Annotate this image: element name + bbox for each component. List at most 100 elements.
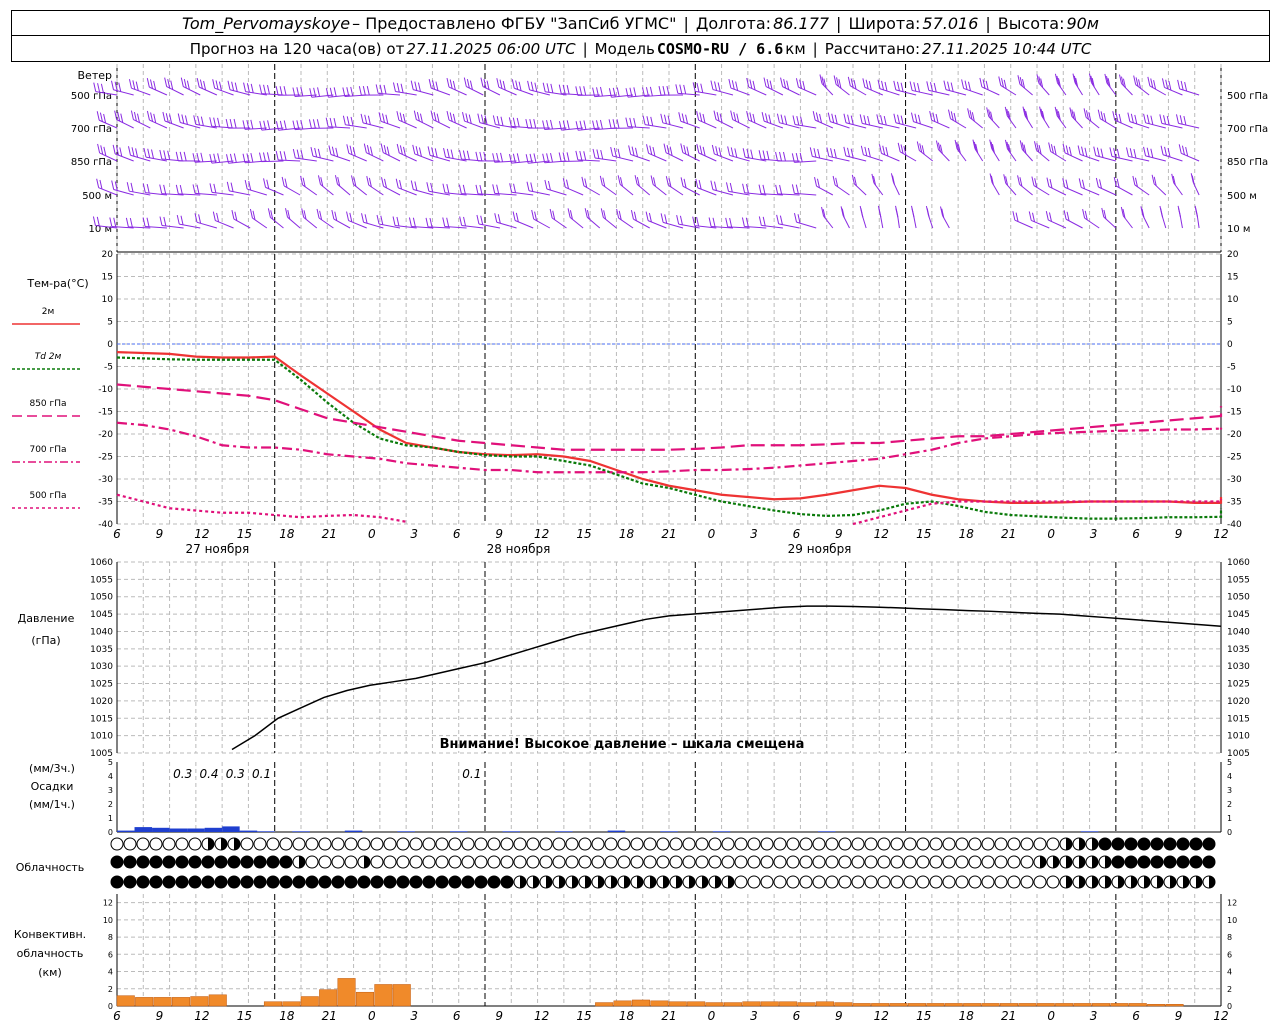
cloud-circle — [955, 875, 969, 889]
wind-barb-staff — [312, 155, 334, 162]
wind-barb — [1113, 176, 1133, 196]
cloud-circle — [318, 855, 332, 869]
wind-barb — [859, 205, 867, 229]
cloud-symbol — [461, 875, 475, 889]
wind-barb-flag — [961, 79, 965, 89]
cloud-symbol — [1124, 837, 1138, 851]
cloud-circle — [1124, 855, 1138, 869]
precip-ytick-left: 0 — [108, 828, 113, 837]
cloud-circle — [1176, 837, 1190, 851]
conv-bar — [963, 1003, 982, 1007]
conv-bar — [190, 996, 209, 1007]
cloud-circle — [240, 875, 254, 889]
precip-bar — [1080, 831, 1099, 832]
wind-barb-flag — [696, 111, 700, 121]
cloud-circle — [604, 837, 618, 851]
temp-xtick: 18 — [959, 527, 975, 541]
cloud-symbol — [383, 875, 397, 889]
wind-barb-flag — [730, 110, 734, 120]
cloud-symbol — [539, 875, 553, 889]
wind-barb-flag — [217, 153, 221, 163]
wind-barb — [660, 213, 684, 229]
conv-bar — [999, 1003, 1018, 1007]
wind-barb-staff — [196, 221, 218, 229]
wind-barb-flag — [458, 150, 462, 160]
wind-barb-flag — [1109, 147, 1113, 157]
cloud-circle — [747, 855, 761, 869]
conv-xtick: 15 — [916, 1009, 931, 1023]
cloud-circle — [1111, 855, 1125, 869]
wind-barb-flag — [868, 80, 872, 91]
cloud-circle — [383, 837, 397, 851]
wind-level-label-right: 500 гПа — [1227, 91, 1268, 102]
conv-xtick: 15 — [237, 1009, 252, 1023]
wind-barb-flag — [681, 113, 685, 123]
cloud-symbol — [864, 837, 878, 851]
wind-barb-flag — [515, 212, 519, 222]
wind-barb-flag — [146, 183, 150, 194]
wind-barb-flag — [1012, 211, 1016, 221]
wind-barb — [396, 143, 417, 162]
cloud-symbol — [227, 855, 241, 869]
pressure-ytick-left: 1015 — [90, 714, 113, 724]
cloud-half — [234, 838, 240, 850]
cloud-symbol — [890, 875, 904, 889]
wind-barb-flag — [867, 115, 871, 126]
pressure-ytick-right: 1045 — [1227, 610, 1250, 620]
cloud-circle — [422, 837, 436, 851]
precip-ytick-left: 3 — [108, 786, 113, 795]
wind-barb — [1175, 114, 1200, 129]
wind-barb-flag — [266, 152, 270, 162]
wind-barb-flag — [734, 148, 738, 158]
cloud-symbol — [500, 875, 514, 889]
wind-barb-flag — [175, 151, 179, 161]
wind-barb-flag — [860, 145, 864, 155]
cloud-symbol — [799, 875, 813, 889]
cloud-circle — [890, 855, 904, 869]
conv-bar — [1055, 1003, 1074, 1007]
wind-level-label: 500 м — [82, 191, 112, 202]
temp-ytick-right: -30 — [1227, 475, 1242, 485]
precip-bar — [344, 830, 363, 832]
wind-barb-flag — [1181, 145, 1185, 155]
cloud-symbol — [630, 855, 644, 869]
wind-barb-flag — [333, 87, 337, 97]
wind-barb-flag — [428, 79, 432, 89]
wind-barb-flag — [649, 145, 653, 155]
wind-barb-flag — [1045, 210, 1049, 221]
cloud-symbol — [617, 855, 631, 869]
cloud-circle — [656, 855, 670, 869]
cloud-symbol — [1085, 875, 1099, 889]
wind-barb-flag — [118, 82, 122, 92]
wind-barb-flag — [180, 77, 184, 87]
wind-barb — [877, 79, 900, 96]
conv-bar — [595, 1002, 614, 1007]
wind-barb — [128, 79, 151, 96]
wind-barb-staff — [464, 120, 484, 129]
wind-barb-flag — [809, 147, 813, 157]
wind-barb-flag — [727, 146, 731, 156]
cloud-circle — [1163, 837, 1177, 851]
wind-barb-flag — [414, 81, 418, 91]
cloud-symbol — [578, 837, 592, 851]
wind-barb-flag — [279, 86, 283, 96]
wind-barb-flag — [175, 184, 179, 194]
conv-bar — [263, 1001, 282, 1007]
wind-barb-flag — [660, 213, 664, 223]
wind-barb-flag — [534, 82, 538, 92]
wind-barb-flag — [932, 112, 936, 122]
cloud-symbol — [175, 837, 189, 851]
cloud-circle — [500, 837, 514, 851]
wind-barb-flag — [480, 77, 484, 87]
wind-barb — [192, 184, 217, 196]
cloud-circle — [812, 855, 826, 869]
wind-barb — [1160, 145, 1183, 162]
wind-barb-flag — [617, 148, 621, 158]
cloud-symbol — [123, 837, 137, 851]
wind-barb-flag — [446, 77, 450, 88]
cloud-half — [1209, 876, 1215, 888]
cloud-circle — [448, 837, 462, 851]
cloud-symbol — [812, 837, 826, 851]
wind-barb-flag — [583, 86, 587, 96]
cloud-circle — [630, 837, 644, 851]
